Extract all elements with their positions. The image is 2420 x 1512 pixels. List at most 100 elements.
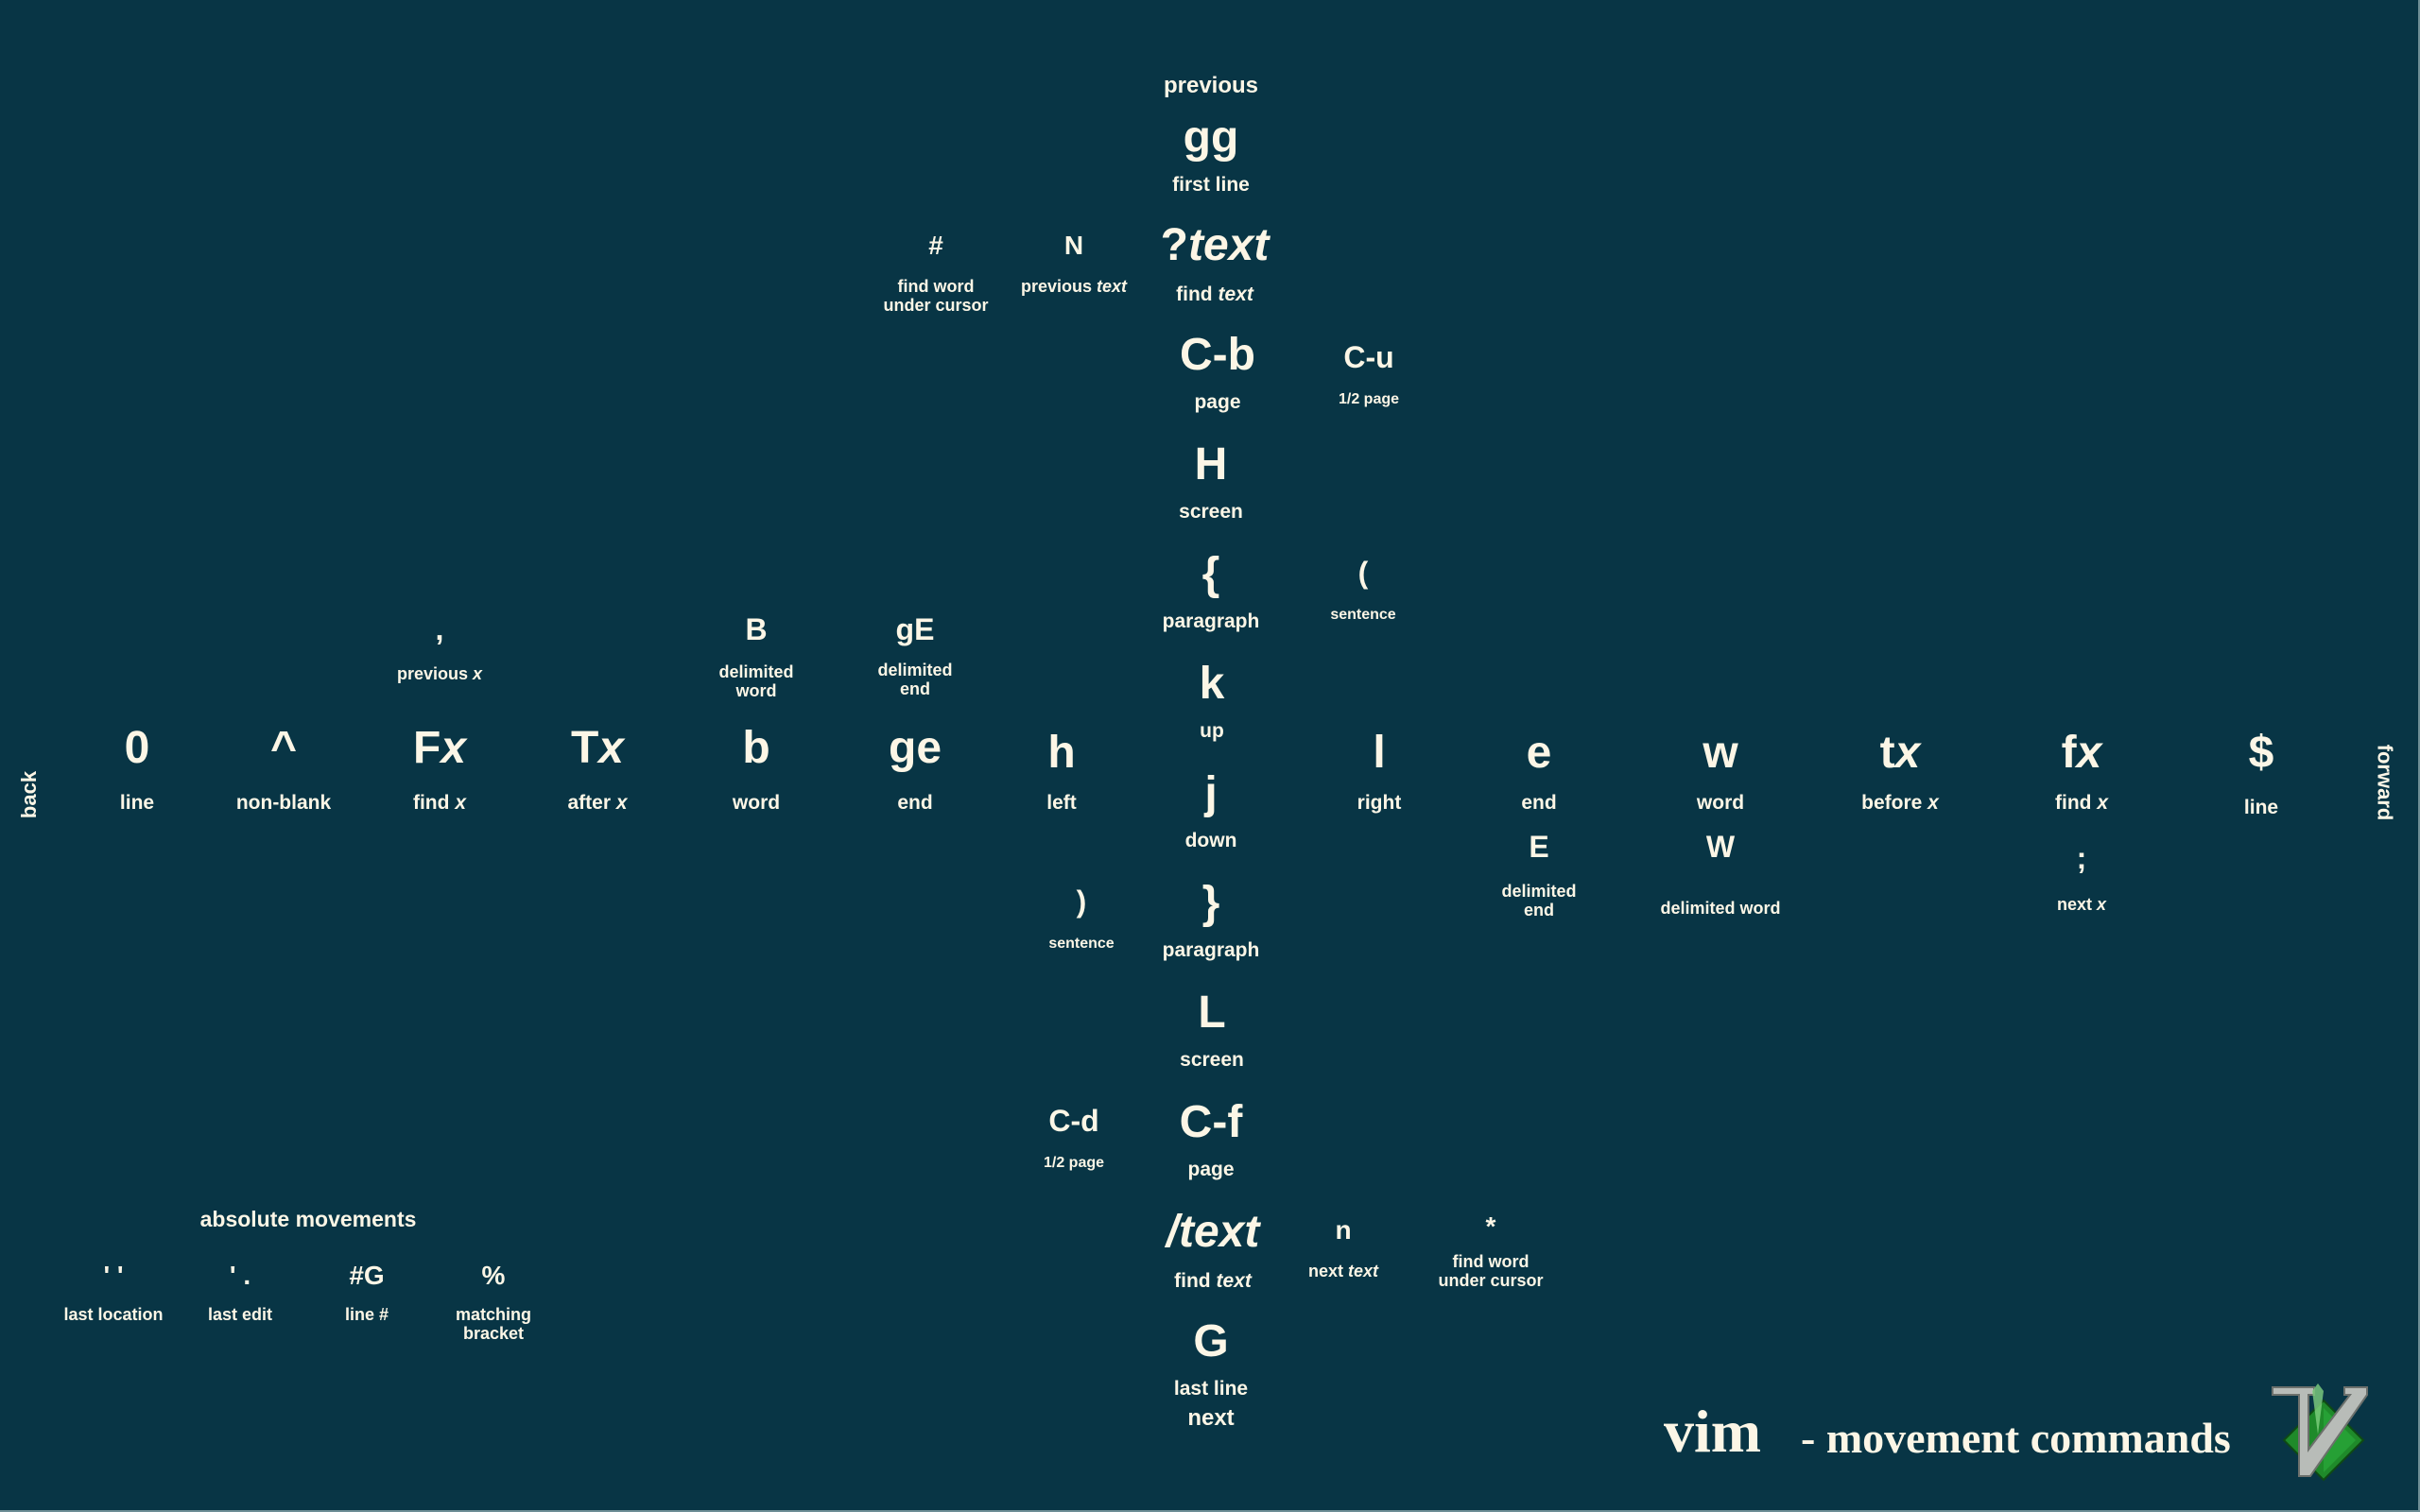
cmd-key: H xyxy=(1194,439,1228,490)
cmd-key: C-b xyxy=(1180,330,1255,380)
cmd-label: left xyxy=(1046,792,1077,814)
cmd-E: E delimited end xyxy=(1501,832,1576,920)
cmd-l: l right xyxy=(1357,730,1402,815)
cmd-label: page xyxy=(1187,1159,1235,1180)
cmd-C-u: C-u 1/2 page xyxy=(1339,342,1399,408)
cmd-key: C-d xyxy=(1048,1104,1099,1138)
cmd-hash: # find word under cursor xyxy=(883,232,988,316)
cmd-key: b xyxy=(742,723,770,773)
title-subtitle: - movement commands xyxy=(1801,1414,2231,1462)
cmd-label: right xyxy=(1357,792,1402,814)
cmd-key: C-u xyxy=(1343,340,1394,374)
cmd-label: screen xyxy=(1180,1049,1244,1071)
cmd-key: L xyxy=(1198,988,1226,1038)
cmd-key: , xyxy=(435,612,444,646)
label-italic: x xyxy=(1927,792,1939,814)
cmd-label: line xyxy=(2243,797,2279,818)
cmd-w: w word xyxy=(1696,728,1745,815)
cmd-star: * find word under cursor xyxy=(1438,1213,1543,1291)
label-line: find word xyxy=(897,277,975,296)
cmd-key: ' ' xyxy=(103,1261,124,1290)
cmd-label: previous text xyxy=(1020,277,1127,297)
cmd-label: find x xyxy=(413,792,466,814)
cmd-key: C-f xyxy=(1179,1097,1243,1147)
cmd-right-paren: ) sentence xyxy=(1048,886,1114,953)
key-prefix: t xyxy=(1879,728,1895,778)
label-line: under cursor xyxy=(1438,1270,1544,1290)
cmd-C-d: C-d 1/2 page xyxy=(1044,1106,1104,1172)
cmd-key: ?text xyxy=(1161,223,1270,268)
label-text: after xyxy=(567,792,616,814)
label-line: delimited xyxy=(1501,882,1577,901)
label-line: word xyxy=(735,680,777,700)
cmd-label: word xyxy=(1696,792,1745,814)
cmd-key: ge xyxy=(888,723,942,773)
cmd-label: paragraph xyxy=(1162,939,1260,961)
cmd-semicolon: ; next x xyxy=(2057,843,2106,915)
cmd-n: n next text xyxy=(1308,1217,1378,1281)
label-line: delimited xyxy=(718,662,794,681)
cmd-label: last edit xyxy=(207,1305,273,1324)
cmd-H: H screen xyxy=(1179,439,1243,524)
cmd-right-brace: } paragraph xyxy=(1162,881,1260,962)
label-italic: text xyxy=(1348,1262,1379,1280)
direction-next-label: next xyxy=(1187,1405,1235,1431)
cmd-label: first line xyxy=(1172,174,1250,196)
cmd-e: e end xyxy=(1521,730,1557,815)
cmd-label: delimited word xyxy=(718,662,794,701)
cmd-h: h left xyxy=(1046,728,1077,815)
direction-forward: forward xyxy=(2373,744,2397,821)
cmd-label: line # xyxy=(344,1305,389,1324)
cmd-key: gE xyxy=(895,612,935,646)
key-italic: x xyxy=(1894,728,1921,778)
cmd-key: w xyxy=(1703,728,1738,778)
cmd-key: B xyxy=(745,612,768,646)
title-vim: vim xyxy=(1664,1398,1762,1465)
cmd-key: ' . xyxy=(229,1261,251,1290)
label-text: before xyxy=(1861,792,1928,814)
cmd-label: find text xyxy=(1161,284,1270,305)
key-italic: x xyxy=(441,723,467,773)
cmd-label: screen xyxy=(1179,501,1243,523)
cmd-label: end xyxy=(1521,792,1557,814)
cmd-0: 0 line xyxy=(120,726,154,815)
key-italic: text xyxy=(1187,220,1270,270)
key-prefix: F xyxy=(412,723,441,773)
cmd-label: 1/2 page xyxy=(1043,1155,1105,1171)
cmd-G: G last line xyxy=(1174,1319,1248,1400)
cmd-key: { xyxy=(1201,549,1220,599)
label-text: previous xyxy=(1020,277,1098,296)
cmd-label: delimited end xyxy=(1501,882,1577,920)
cmd-search-backward: ?text find text xyxy=(1161,223,1270,306)
cmd-key: ; xyxy=(2076,841,2087,875)
direction-next: next xyxy=(1187,1405,1235,1431)
key-prefix: f xyxy=(2061,728,2077,778)
label-text: next xyxy=(1307,1262,1348,1280)
cmd-key: tx xyxy=(1861,730,1939,776)
cmd-label: before x xyxy=(1861,792,1939,814)
label-line: matching xyxy=(455,1305,532,1324)
cmd-key: ( xyxy=(1357,556,1369,590)
key-prefix: ? xyxy=(1160,220,1188,270)
cmd-label: non-blank xyxy=(235,792,332,814)
cmd-C-f: C-f page xyxy=(1179,1097,1243,1181)
cmd-label: delimited word xyxy=(1660,899,1781,918)
cmd-label: paragraph xyxy=(1162,610,1260,632)
label-line: bracket xyxy=(462,1323,525,1343)
cmd-label: word xyxy=(732,792,781,814)
direction-previous-label: previous xyxy=(1163,73,1259,98)
label-text: next xyxy=(2056,895,2097,914)
label-text: find xyxy=(2054,792,2098,814)
cmd-ge: ge end xyxy=(888,723,942,815)
cmd-key: W xyxy=(1705,830,1736,864)
cmd-b: b word xyxy=(732,723,781,815)
cmd-line-number: #G line # xyxy=(345,1263,389,1325)
cmd-key: h xyxy=(1047,728,1076,778)
label-line: under cursor xyxy=(883,295,989,315)
direction-previous: previous xyxy=(1163,73,1259,98)
cmd-label: find text xyxy=(1167,1270,1260,1292)
cmd-gE: gE delimited end xyxy=(877,614,952,699)
label-text: previous xyxy=(396,664,474,683)
cmd-key: j xyxy=(1204,768,1218,818)
absolute-movements-heading: absolute movements xyxy=(199,1207,417,1231)
